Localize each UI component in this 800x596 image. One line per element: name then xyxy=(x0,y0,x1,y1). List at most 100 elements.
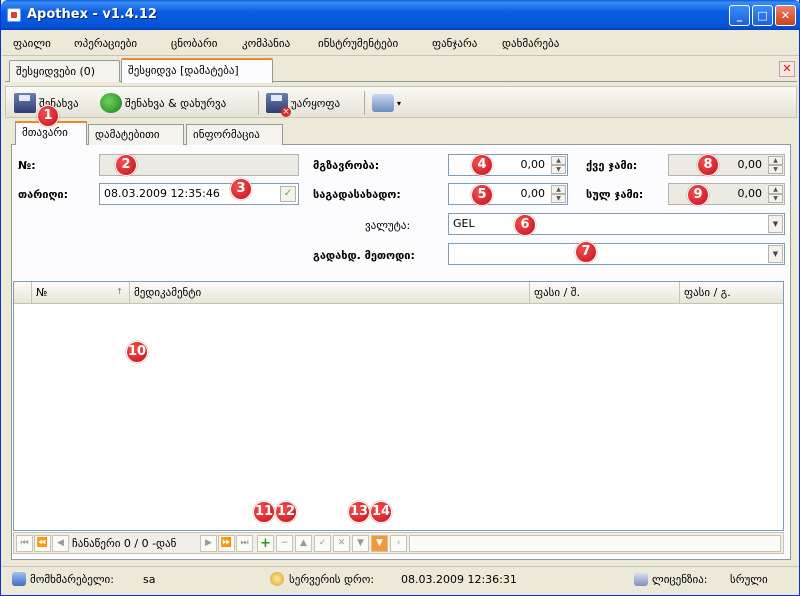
tab-additional[interactable]: დამატებითი xyxy=(88,124,184,145)
tab-information[interactable]: ინფორმაცია xyxy=(186,124,283,145)
print-button[interactable]: ▾ xyxy=(370,91,403,115)
filter-orange-button[interactable]: ▼ xyxy=(371,535,388,552)
last-record-button[interactable]: ⏭ xyxy=(236,535,253,552)
spin-up-icon: ▲ xyxy=(768,185,783,194)
toolbar: შენახვა შენახვა & დახურვა უარყოფა ▾ xyxy=(5,86,797,118)
delete-record-button[interactable]: − xyxy=(276,535,293,552)
document-tabs: შესყიდვები (0) შესყიდვა [დამატება] xyxy=(5,58,797,83)
items-grid[interactable]: № ↑ მედიკამენტი ფასი / შ. ფასი / გ. xyxy=(13,281,784,531)
menu-operations[interactable]: ოპერაციები xyxy=(74,37,137,50)
total-spinner: ▲ ▼ xyxy=(768,185,783,203)
filter-button[interactable]: ▼ xyxy=(352,535,369,552)
edit-record-button[interactable]: ▲ xyxy=(295,535,312,552)
record-counter: ჩანაწერი 0 / 0 -დან xyxy=(72,537,177,550)
app-window: Apothex - v1.4.12 _ □ ✕ ფაილი ოპერაციები… xyxy=(0,0,800,596)
column-price-unit[interactable]: ფასი / შ. xyxy=(530,282,680,304)
post-record-button[interactable]: ✓ xyxy=(314,535,331,552)
marker-3: 3 xyxy=(230,178,252,200)
menu-help[interactable]: დახმარება xyxy=(502,37,559,50)
next-page-button[interactable]: ⏩ xyxy=(218,535,235,552)
marker-8: 8 xyxy=(697,154,719,176)
maximize-button[interactable]: □ xyxy=(752,5,773,26)
menu-reference[interactable]: ცნობარი xyxy=(171,37,217,50)
subtotal-label: ქვე ჯამი: xyxy=(586,159,638,172)
horizontal-scrollbar[interactable] xyxy=(409,535,781,552)
marker-12: 12 xyxy=(275,501,297,523)
subtotal-field: 0,00 ▲ ▼ xyxy=(668,154,785,176)
close-document-button[interactable]: ✕ xyxy=(779,61,795,77)
minimize-button[interactable]: _ xyxy=(729,5,750,26)
menu-tools[interactable]: ინსტრუმენტები xyxy=(318,37,398,50)
menu-window[interactable]: ფანჯარა xyxy=(432,37,477,50)
next-record-button[interactable]: ▶ xyxy=(200,535,217,552)
customs-field[interactable]: 0,00 ▲ ▼ xyxy=(448,183,568,205)
date-field[interactable]: 08.03.2009 12:35:46 ✓ xyxy=(99,183,299,205)
status-bar: მომხმარებელი: sa სერვერის დრო: 08.03.200… xyxy=(2,566,799,592)
clock-icon xyxy=(270,572,284,586)
server-time-label: სერვერის დრო: xyxy=(289,573,375,586)
payment-method-select[interactable]: ▼ xyxy=(448,243,785,265)
spin-down-icon[interactable]: ▼ xyxy=(551,194,566,203)
record-navigator: ⏮ ⏪ ◀ ჩანაწერი 0 / 0 -დან ▶ ⏩ ⏭ + − ▲ ✓ … xyxy=(13,532,784,554)
tab-purchase-add[interactable]: შესყიდვა [დამატება] xyxy=(121,58,273,83)
subtotal-value: 0,00 xyxy=(737,158,763,171)
date-checkbox[interactable]: ✓ xyxy=(280,186,296,202)
menu-bar: ფაილი ოპერაციები ცნობარი კომპანია ინსტრუ… xyxy=(2,30,799,56)
marker-13: 13 xyxy=(348,501,370,523)
marker-9: 9 xyxy=(687,184,709,206)
shipping-label: მგზავრობა: xyxy=(313,159,380,172)
toolbar-separator xyxy=(364,91,365,115)
tab-purchases[interactable]: შესყიდვები (0) xyxy=(9,60,120,82)
first-record-button[interactable]: ⏮ xyxy=(16,535,33,552)
app-icon xyxy=(7,8,21,22)
title-bar[interactable]: Apothex - v1.4.12 _ □ ✕ xyxy=(1,0,800,30)
spin-down-icon: ▼ xyxy=(768,194,783,203)
marker-10: 10 xyxy=(126,341,148,363)
marker-2: 2 xyxy=(115,154,137,176)
shipping-spinner[interactable]: ▲ ▼ xyxy=(551,156,566,174)
number-label: №: xyxy=(18,159,36,172)
close-window-button[interactable]: ✕ xyxy=(775,5,796,26)
payment-method-label: გადახდ. მეთოდი: xyxy=(313,249,415,262)
spin-up-icon[interactable]: ▲ xyxy=(551,185,566,194)
menu-file[interactable]: ფაილი xyxy=(13,37,51,50)
marker-4: 4 xyxy=(471,154,493,176)
marker-11: 11 xyxy=(253,501,275,523)
chevron-down-icon[interactable]: ▼ xyxy=(768,215,783,233)
customs-spinner[interactable]: ▲ ▼ xyxy=(551,185,566,203)
cancel-label: უარყოფა xyxy=(291,96,341,110)
column-medicine[interactable]: მედიკამენტი xyxy=(130,282,530,304)
marker-14: 14 xyxy=(370,501,392,523)
subtotal-spinner: ▲ ▼ xyxy=(768,156,783,174)
menu-company[interactable]: კომპანია xyxy=(242,37,290,50)
currency-label: ვალუტა: xyxy=(365,219,411,232)
save-close-button[interactable]: შენახვა & დახურვა xyxy=(98,91,228,115)
user-icon xyxy=(12,572,26,586)
shipping-field[interactable]: 0,00 ▲ ▼ xyxy=(448,154,568,176)
date-label: თარიღი: xyxy=(18,188,69,201)
detail-tabs: მთავარი დამატებითი ინფორმაცია xyxy=(11,121,791,146)
column-number[interactable]: № ↑ xyxy=(32,282,130,304)
chevron-down-icon[interactable]: ▼ xyxy=(768,245,783,263)
toolbar-separator xyxy=(258,91,259,115)
total-value: 0,00 xyxy=(737,187,763,200)
prev-page-button[interactable]: ⏪ xyxy=(34,535,51,552)
shipping-value: 0,00 xyxy=(520,158,546,171)
prev-record-button[interactable]: ◀ xyxy=(52,535,69,552)
cancel-save-icon xyxy=(266,93,291,117)
server-time-value: 08.03.2009 12:36:31 xyxy=(401,573,517,586)
add-record-button[interactable]: + xyxy=(257,535,274,552)
marker-1: 1 xyxy=(37,105,59,127)
spin-up-icon[interactable]: ▲ xyxy=(551,156,566,165)
customs-value: 0,00 xyxy=(520,187,546,200)
marker-7: 7 xyxy=(575,241,597,263)
column-price-total[interactable]: ფასი / გ. xyxy=(680,282,783,304)
currency-select[interactable]: GEL ▼ xyxy=(448,213,785,235)
cancel-record-button[interactable]: ✕ xyxy=(333,535,350,552)
column-number-label: № xyxy=(36,286,48,299)
spin-down-icon[interactable]: ▼ xyxy=(551,165,566,174)
cancel-button[interactable]: უარყოფა xyxy=(264,91,342,117)
window-title: Apothex - v1.4.12 xyxy=(27,7,157,22)
globe-icon xyxy=(100,93,122,113)
scroll-left-button[interactable]: ‹ xyxy=(390,535,407,552)
